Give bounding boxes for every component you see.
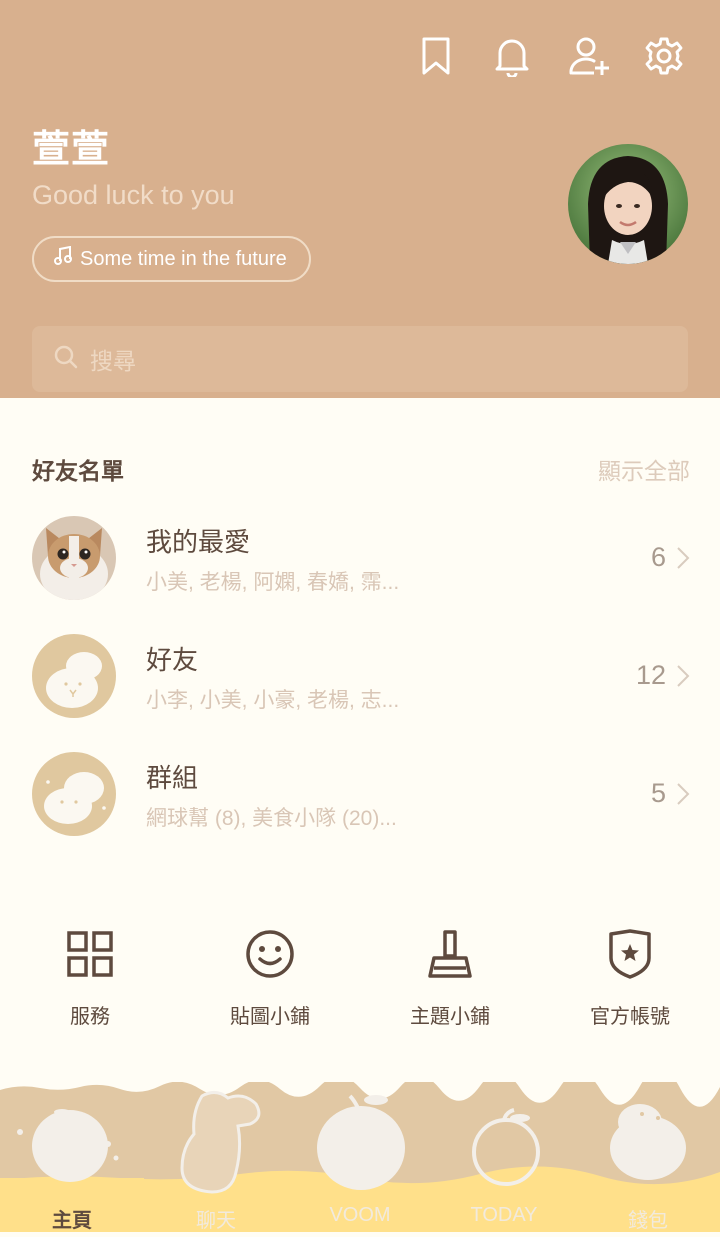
service-label: 主題小鋪	[410, 1006, 490, 1028]
shield-star-icon	[602, 926, 658, 982]
gear-icon[interactable]	[642, 34, 686, 78]
service-theme-shop[interactable]: 主題小鋪	[360, 926, 540, 1029]
tab-chat-icon[interactable]	[172, 1088, 268, 1198]
tab-voom-icon[interactable]	[314, 1090, 408, 1194]
friends-avatar	[32, 634, 116, 718]
tab-wallet-label[interactable]: 錢包	[576, 1204, 720, 1233]
tab-today-label[interactable]: TODAY	[432, 1204, 576, 1227]
chevron-right-icon	[676, 664, 690, 693]
search-placeholder: 搜尋	[90, 348, 136, 374]
grid-icon	[62, 926, 118, 982]
tab-chat-label[interactable]: 聊天	[144, 1204, 288, 1233]
row-count: 12	[635, 660, 666, 690]
service-sticker-shop[interactable]: 貼圖小鋪	[180, 926, 360, 1029]
smiley-icon	[242, 926, 298, 982]
row-subtitle: 小李, 小美, 小豪, 老楊, 志...	[146, 689, 400, 712]
row-title: 好友	[146, 645, 199, 675]
row-subtitle: 網球幫 (8), 美食小隊 (20)...	[146, 807, 397, 830]
search-bar[interactable]: 搜尋	[32, 326, 688, 392]
friend-row-groups[interactable]: 群組 網球幫 (8), 美食小隊 (20)... 5	[0, 752, 720, 852]
groups-avatar	[32, 752, 116, 836]
music-title: Some time in the future	[80, 247, 287, 270]
friends-section-title: 好友名單	[32, 458, 124, 484]
row-title: 我的最愛	[146, 527, 251, 557]
add-friend-icon[interactable]	[568, 34, 612, 78]
profile-header: 萱萱 Good luck to you Some time in the fut…	[0, 0, 720, 398]
service-label: 官方帳號	[590, 1006, 670, 1028]
friend-row-friends[interactable]: 好友 小李, 小美, 小豪, 老楊, 志... 12	[0, 634, 720, 734]
profile-music-button[interactable]: Some time in the future	[32, 236, 311, 282]
brush-icon	[422, 926, 478, 982]
row-title: 群組	[146, 763, 199, 793]
tab-home-label[interactable]: 主頁	[0, 1204, 144, 1233]
tab-today-icon[interactable]	[468, 1108, 544, 1186]
bell-icon[interactable]	[490, 34, 534, 78]
profile-name: 萱萱	[32, 129, 111, 171]
favorites-avatar	[32, 516, 116, 600]
row-subtitle: 小美, 老楊, 阿嫻, 春嬌, 霈...	[146, 571, 400, 594]
chevron-right-icon	[676, 546, 690, 575]
tab-voom-label[interactable]: VOOM	[288, 1204, 432, 1227]
friend-row-favorites[interactable]: 我的最愛 小美, 老楊, 阿嫻, 春嬌, 霈... 6	[0, 516, 720, 616]
row-count: 5	[650, 778, 666, 808]
tab-home-icon[interactable]	[26, 1106, 116, 1188]
bookmark-icon[interactable]	[414, 34, 458, 78]
row-count: 6	[650, 542, 666, 572]
service-label: 貼圖小鋪	[230, 1006, 310, 1028]
chevron-right-icon	[676, 782, 690, 811]
search-icon	[54, 345, 78, 374]
show-all-link[interactable]: 顯示全部	[598, 452, 690, 486]
service-official-accounts[interactable]: 官方帳號	[540, 926, 720, 1029]
service-label: 服務	[70, 1006, 110, 1028]
tab-wallet-icon[interactable]	[606, 1100, 690, 1184]
service-services[interactable]: 服務	[0, 926, 180, 1029]
status-message[interactable]: Good luck to you	[32, 180, 235, 211]
music-note-icon	[54, 245, 72, 272]
profile-avatar[interactable]	[568, 144, 688, 264]
